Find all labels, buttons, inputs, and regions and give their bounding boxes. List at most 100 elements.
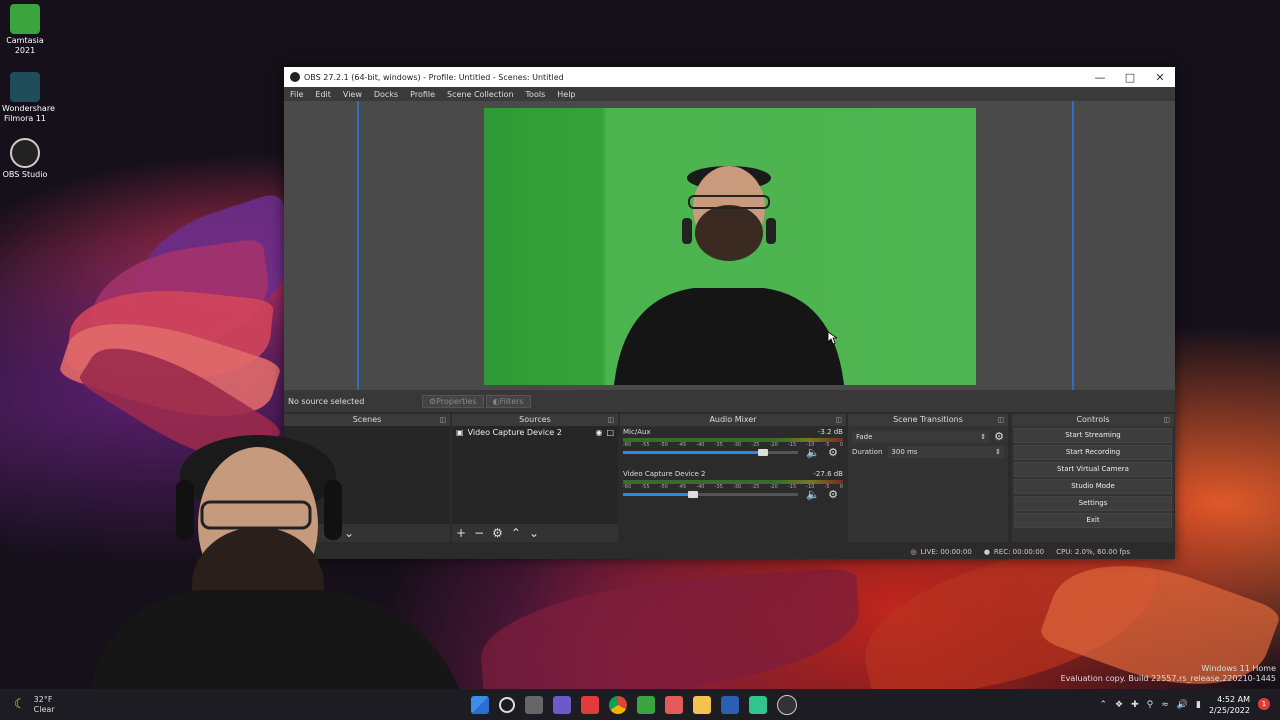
track-name: Video Capture Device 2 — [623, 470, 706, 478]
video-capture-preview[interactable] — [484, 108, 976, 385]
eye-icon[interactable]: ◉ — [595, 428, 602, 437]
snip-tool-icon[interactable] — [665, 695, 683, 714]
wifi-icon[interactable]: ≈ — [1161, 700, 1169, 710]
mixer-body: Mic/Aux -3.2 dB -60 -55 -50 -45 -40 -35 -30 -25… — [620, 426, 846, 542]
spin-arrows-icon[interactable]: ⇕ — [995, 446, 1004, 458]
audio-mixer-dock-title: Audio Mixer — [709, 415, 757, 424]
battery-icon[interactable]: ▮ — [1196, 700, 1201, 710]
transition-select[interactable]: Fade ⇕ — [852, 430, 990, 443]
microphone-icon[interactable]: ⚲ — [1147, 700, 1154, 710]
notification-badge[interactable]: 1 — [1258, 698, 1270, 710]
menu-help[interactable]: Help — [551, 90, 581, 99]
scene-transitions-dock-title: Scene Transitions — [893, 415, 963, 424]
moon-icon: ☾ — [14, 697, 26, 712]
move-source-down-icon[interactable]: ⌄ — [529, 526, 539, 540]
menu-profile[interactable]: Profile — [404, 90, 441, 99]
clock[interactable]: 4:52 AM 2/25/2022 — [1209, 694, 1250, 716]
sources-list: ▣ Video Capture Device 2 ◉ □ — [452, 426, 618, 524]
chat-icon[interactable] — [553, 695, 571, 714]
live-status: LIVE: 00:00:00 — [920, 548, 972, 556]
obs-taskbar-icon[interactable] — [777, 694, 797, 715]
start-virtual-camera-button[interactable]: Start Virtual Camera — [1014, 462, 1172, 477]
dropbox-icon[interactable]: ❖ — [1115, 700, 1123, 710]
cpu-status: CPU: 2.0%, 60.00 fps — [1056, 548, 1130, 556]
volume-icon[interactable]: 🔊 — [1177, 700, 1188, 710]
rec-status: REC: 00:00:00 — [993, 548, 1045, 556]
start-recording-button[interactable]: Start Recording — [1014, 445, 1172, 460]
dock-float-icon[interactable]: ◫ — [997, 414, 1004, 426]
menu-file[interactable]: File — [284, 90, 309, 99]
search-icon[interactable] — [499, 696, 515, 713]
audio-mixer-dock-header: Audio Mixer ◫ — [620, 414, 846, 426]
obs-logo-icon — [290, 72, 300, 82]
volume-slider[interactable] — [623, 449, 798, 456]
menu-bar: File Edit View Docks Profile Scene Colle… — [284, 87, 1175, 101]
live-indicator-icon: ◎ — [910, 548, 917, 556]
window-title: OBS 27.2.1 (64-bit, windows) - Profile: … — [304, 72, 564, 82]
vivaldi-icon[interactable] — [581, 695, 599, 714]
source-settings-gear-icon[interactable]: ⚙ — [492, 526, 503, 540]
desktop-icon-obs[interactable]: OBS Studio — [2, 138, 48, 180]
menu-edit[interactable]: Edit — [309, 90, 337, 99]
duration-input[interactable]: 300 ms ⇕ — [888, 446, 1004, 458]
track-gear-icon[interactable]: ⚙ — [828, 488, 838, 501]
mouse-cursor-icon — [827, 331, 837, 345]
volume-slider-fill — [623, 493, 693, 496]
settings-button[interactable]: Settings — [1014, 496, 1172, 511]
menu-tools[interactable]: Tools — [520, 90, 552, 99]
menu-docks[interactable]: Docks — [368, 90, 404, 99]
preview-area[interactable] — [284, 101, 1175, 390]
speaker-icon[interactable]: 🔈 — [806, 488, 820, 501]
track-gear-icon[interactable]: ⚙ — [828, 446, 838, 459]
chrome-icon[interactable] — [609, 695, 627, 714]
word-icon[interactable] — [721, 695, 739, 714]
dock-float-icon[interactable]: ◫ — [1163, 414, 1170, 426]
sources-dock-header: Sources ◫ — [452, 414, 618, 426]
rec-indicator-icon: ● — [983, 548, 990, 556]
source-item[interactable]: ▣ Video Capture Device 2 ◉ □ — [452, 426, 618, 439]
transition-gear-icon[interactable]: ⚙ — [994, 430, 1004, 443]
filmora-icon — [10, 72, 40, 102]
camtasia-taskbar-icon[interactable] — [637, 695, 655, 714]
chevron-up-icon[interactable]: ⌃ — [1099, 700, 1107, 710]
volume-slider-knob[interactable] — [688, 491, 698, 498]
task-view-icon[interactable] — [525, 695, 543, 714]
move-source-up-icon[interactable]: ⌃ — [511, 526, 521, 540]
menu-view[interactable]: View — [337, 90, 368, 99]
filters-label: Filters — [499, 396, 524, 406]
lock-icon[interactable]: □ — [606, 428, 614, 437]
desktop-icon-filmora[interactable]: Wondershare Filmora 11 — [2, 72, 55, 124]
remove-source-icon[interactable]: − — [474, 526, 484, 540]
minimize-button[interactable]: — — [1085, 71, 1115, 84]
volume-slider-knob[interactable] — [758, 449, 768, 456]
title-bar: OBS 27.2.1 (64-bit, windows) - Profile: … — [284, 67, 1175, 87]
volume-meter — [623, 480, 843, 484]
watermark-edition: Windows 11 Home — [1201, 664, 1276, 673]
volume-slider[interactable] — [623, 491, 798, 498]
source-name: Video Capture Device 2 — [467, 428, 562, 437]
mixer-track: Mic/Aux -3.2 dB -60 -55 -50 -45 -40 -35 -30 -25… — [620, 426, 846, 468]
exit-button[interactable]: Exit — [1014, 513, 1172, 528]
preview-guide-right — [1072, 101, 1074, 390]
dock-float-icon[interactable]: ◫ — [835, 414, 842, 426]
maximize-button[interactable]: □ — [1115, 71, 1145, 84]
filter-icon: ◐ — [492, 396, 500, 406]
file-explorer-icon[interactable] — [693, 695, 711, 714]
speaker-icon[interactable]: 🔈 — [806, 446, 820, 459]
weather-widget[interactable]: ☾ 32°F Clear — [14, 695, 104, 715]
filters-button[interactable]: ◐Filters — [485, 394, 531, 408]
properties-button[interactable]: ⚙Properties — [422, 394, 484, 408]
studio-mode-button[interactable]: Studio Mode — [1014, 479, 1172, 494]
desktop-icon-label: Wondershare — [2, 104, 55, 113]
menu-scene-collection[interactable]: Scene Collection — [441, 90, 520, 99]
dock-float-icon[interactable]: ◫ — [607, 414, 614, 426]
start-button-icon[interactable] — [471, 695, 489, 714]
camtasia-icon — [10, 4, 40, 34]
slack-icon[interactable]: ✚ — [1131, 700, 1139, 710]
track-db: -3.2 dB — [817, 428, 843, 436]
filmora-taskbar-icon[interactable] — [749, 695, 767, 714]
close-button[interactable]: ✕ — [1145, 71, 1175, 84]
desktop-icon-label: Filmora 11 — [3, 114, 47, 123]
start-streaming-button[interactable]: Start Streaming — [1014, 428, 1172, 443]
desktop-icon-camtasia[interactable]: Camtasia 2021 — [2, 4, 48, 56]
